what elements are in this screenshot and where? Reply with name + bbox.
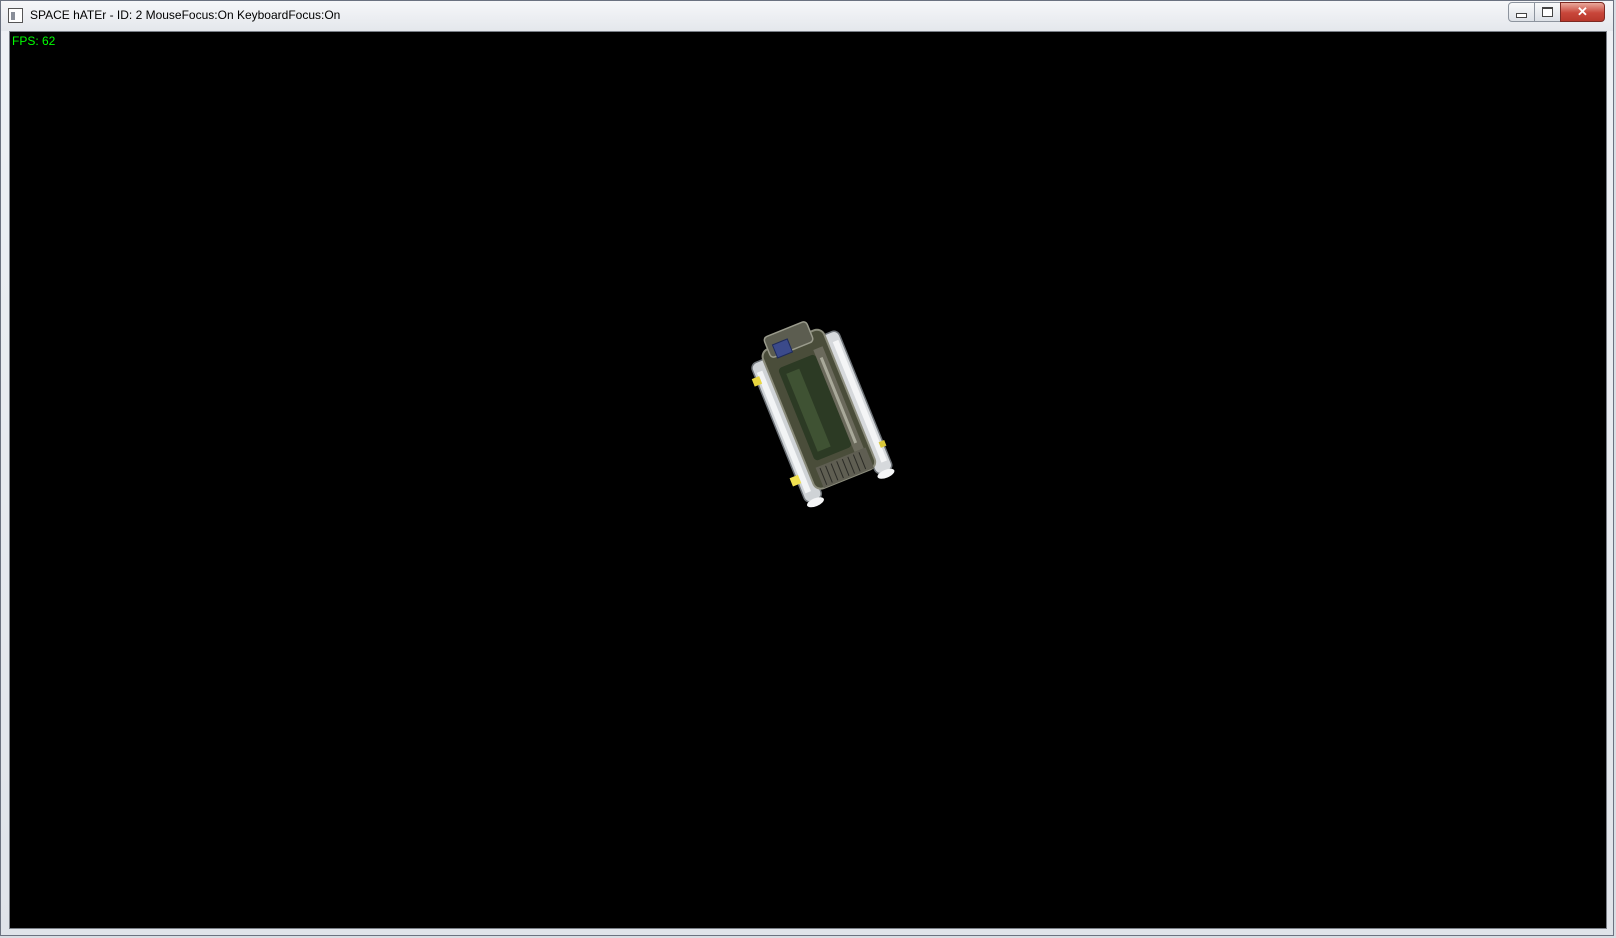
game-viewport[interactable]: FPS: 62 (9, 31, 1607, 929)
minimize-icon (1516, 12, 1527, 18)
close-icon: ✕ (1577, 4, 1588, 19)
app-window-icon[interactable] (8, 8, 23, 23)
close-button[interactable]: ✕ (1560, 2, 1605, 22)
maximize-icon (1542, 7, 1553, 17)
title-bar[interactable]: SPACE hATEr - ID: 2 MouseFocus:On Keyboa… (1, 1, 1613, 31)
fps-counter: FPS: 62 (12, 34, 56, 48)
caption-buttons: ✕ (1508, 2, 1605, 22)
app-window: SPACE hATEr - ID: 2 MouseFocus:On Keyboa… (0, 0, 1614, 936)
window-title: SPACE hATEr - ID: 2 MouseFocus:On Keyboa… (30, 8, 341, 22)
spaceship-model (751, 321, 895, 508)
maximize-button[interactable] (1534, 2, 1561, 22)
minimize-button[interactable] (1508, 2, 1535, 22)
